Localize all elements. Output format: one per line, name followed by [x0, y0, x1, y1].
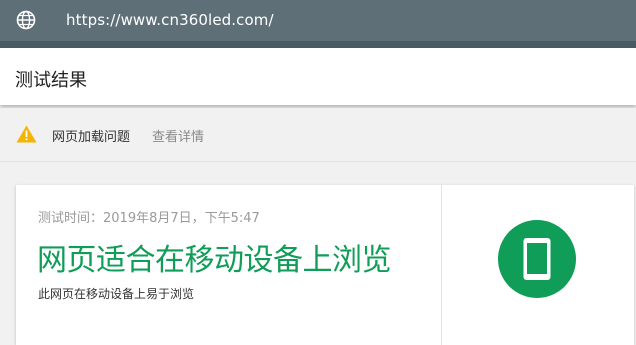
mobile-phone-icon: [498, 220, 576, 298]
warning-icon: [16, 125, 37, 143]
test-time: 测试时间：2019年8月7日，下午5:47: [38, 211, 260, 226]
address-bar: https://www.cn360led.com/: [0, 0, 636, 41]
page-title: 测试结果: [15, 70, 87, 91]
page-load-issues-label: 网页加载问题: [52, 130, 131, 145]
mobile-friendly-verdict: 网页适合在移动设备上浏览: [37, 243, 392, 278]
url-text[interactable]: https://www.cn360led.com/: [66, 11, 274, 29]
result-summary: 测试时间：2019年8月7日，下午5:47 网页适合在移动设备上浏览 此网页在移…: [16, 185, 442, 345]
globe-icon: [16, 10, 36, 30]
address-bar-divider: [0, 41, 636, 48]
mobile-friendly-subtitle: 此网页在移动设备上易于浏览: [38, 287, 195, 301]
result-card: 测试时间：2019年8月7日，下午5:47 网页适合在移动设备上浏览 此网页在移…: [16, 185, 634, 345]
page-load-issues-row: 网页加载问题 查看详情: [0, 108, 636, 162]
view-details-link[interactable]: 查看详情: [152, 126, 204, 145]
page-header: 测试结果: [0, 48, 636, 105]
